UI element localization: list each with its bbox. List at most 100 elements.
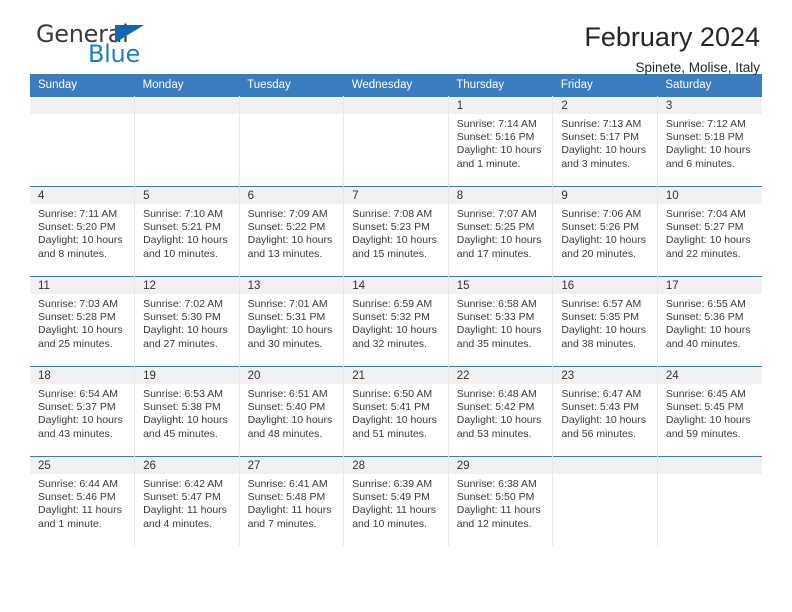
calendar-day-cell[interactable]: 12 Sunrise: 7:02 AM Sunset: 5:30 PM Dayligh… [134,276,240,367]
sunset-text: Sunset: 5:31 PM [247,311,326,324]
day-cell-inner: 14 Sunrise: 6:59 AM Sunset: 5:32 PM Dayligh… [344,277,448,366]
day-details: Sunrise: 6:51 AM Sunset: 5:40 PM Daylight:… [240,384,344,441]
day-cell-inner: 25 Sunrise: 6:44 AM Sunset: 5:46 PM Dayligh… [30,457,135,546]
calendar-day-cell[interactable]: 17 Sunrise: 6:55 AM Sunset: 5:36 PM Dayligh… [657,276,762,367]
day-number [344,97,448,114]
day-number: 7 [344,187,448,204]
sunrise-text: Sunrise: 6:38 AM [456,478,537,490]
day-details: Sunrise: 6:41 AM Sunset: 5:48 PM Daylight:… [240,474,344,531]
brand-logo[interactable]: General Blue [30,22,160,68]
sunset-text: Sunset: 5:16 PM [456,131,535,144]
calendar-day-cell[interactable]: 13 Sunrise: 7:01 AM Sunset: 5:31 PM Dayligh… [239,276,345,367]
calendar-day-cell[interactable]: 22 Sunrise: 6:48 AM Sunset: 5:42 PM Dayligh… [448,366,554,457]
sunrise-text: Sunrise: 6:54 AM [38,388,118,400]
daylight-text-line1: Daylight: 10 hours [247,414,333,427]
daylight-text-line1: Daylight: 10 hours [143,324,228,337]
calendar-day-cell[interactable]: 14 Sunrise: 6:59 AM Sunset: 5:32 PM Dayligh… [343,276,449,367]
daylight-text-line1: Daylight: 11 hours [352,504,437,517]
calendar-day-cell[interactable]: 5 Sunrise: 7:10 AM Sunset: 5:21 PM Daylight… [134,186,240,277]
sunrise-text: Sunrise: 6:53 AM [143,388,224,400]
calendar-day-cell[interactable]: 20 Sunrise: 6:51 AM Sunset: 5:40 PM Dayligh… [239,366,345,457]
day-cell-inner: 1 Sunrise: 7:14 AM Sunset: 5:16 PM Daylight… [448,97,553,186]
daylight-text-line1: Daylight: 10 hours [561,324,646,337]
calendar-day-cell[interactable]: 24 Sunrise: 6:45 AM Sunset: 5:45 PM Dayligh… [657,366,762,457]
sunrise-text: Sunrise: 6:39 AM [352,478,433,490]
day-number: 2 [553,97,657,114]
daylight-text-line2: and 32 minutes. [352,337,427,350]
day-cell-inner: 28 Sunrise: 6:39 AM Sunset: 5:49 PM Dayligh… [344,457,448,546]
day-number: 12 [135,277,239,294]
sunset-text: Sunset: 5:30 PM [143,311,221,324]
day-number: 26 [135,457,239,474]
day-details: Sunrise: 6:45 AM Sunset: 5:45 PM Daylight:… [658,384,762,441]
daylight-text-line2: and 6 minutes. [665,157,735,170]
calendar-day-cell-empty [343,96,449,187]
day-cell-inner: 17 Sunrise: 6:55 AM Sunset: 5:36 PM Dayligh… [657,277,762,366]
calendar-day-cell-empty [30,96,136,187]
calendar-day-cell-empty [239,96,345,187]
calendar-page: General Blue February 2024 Spinete, Moli… [0,0,792,612]
calendar-day-cell[interactable]: 27 Sunrise: 6:41 AM Sunset: 5:48 PM Dayligh… [239,456,345,546]
day-cell-inner: 26 Sunrise: 6:42 AM Sunset: 5:47 PM Dayligh… [135,457,239,546]
daylight-text-line1: Daylight: 10 hours [561,144,646,157]
day-details: Sunrise: 7:10 AM Sunset: 5:21 PM Daylight:… [135,204,239,261]
day-number: 28 [344,457,448,474]
sunset-text: Sunset: 5:50 PM [456,491,535,504]
day-number: 19 [135,367,239,384]
calendar-day-cell[interactable]: 6 Sunrise: 7:09 AM Sunset: 5:22 PM Daylight… [239,186,345,277]
daylight-text-line1: Daylight: 10 hours [352,234,437,247]
calendar-day-cell[interactable]: 28 Sunrise: 6:39 AM Sunset: 5:49 PM Dayligh… [343,456,449,546]
sunset-text: Sunset: 5:25 PM [456,221,535,234]
daylight-text-line1: Daylight: 10 hours [456,324,542,337]
calendar-day-cell[interactable]: 21 Sunrise: 6:50 AM Sunset: 5:41 PM Dayligh… [343,366,449,457]
day-number: 25 [30,457,135,474]
calendar-day-cell[interactable]: 4 Sunrise: 7:11 AM Sunset: 5:20 PM Daylight… [30,186,136,277]
calendar-day-cell[interactable]: 3 Sunrise: 7:12 AM Sunset: 5:18 PM Daylight… [657,96,762,187]
calendar-day-cell[interactable]: 8 Sunrise: 7:07 AM Sunset: 5:25 PM Daylight… [448,186,554,277]
day-number [239,97,344,114]
calendar-day-cell[interactable]: 19 Sunrise: 6:53 AM Sunset: 5:38 PM Dayligh… [134,366,240,457]
calendar-day-cell[interactable]: 2 Sunrise: 7:13 AM Sunset: 5:17 PM Daylight… [552,96,658,187]
day-cell-inner: 12 Sunrise: 7:02 AM Sunset: 5:30 PM Dayligh… [135,277,239,366]
sunset-text: Sunset: 5:36 PM [665,311,744,324]
daylight-text-line2: and 13 minutes. [247,247,323,260]
calendar-day-cell[interactable]: 15 Sunrise: 6:58 AM Sunset: 5:33 PM Dayligh… [448,276,554,367]
day-details: Sunrise: 7:01 AM Sunset: 5:31 PM Daylight:… [240,294,344,351]
daylight-text-line2: and 48 minutes. [247,427,323,440]
sunset-text: Sunset: 5:35 PM [561,311,639,324]
daylight-text-line2: and 25 minutes. [38,337,113,350]
calendar-day-cell[interactable]: 9 Sunrise: 7:06 AM Sunset: 5:26 PM Daylight… [552,186,658,277]
brand-name-blue: Blue [88,40,140,68]
calendar-body: 1 Sunrise: 7:14 AM Sunset: 5:16 PM Daylight… [30,96,762,546]
day-number: 22 [448,367,553,384]
daylight-text-line1: Daylight: 10 hours [143,234,228,247]
daylight-text-line2: and 38 minutes. [561,337,637,350]
day-details: Sunrise: 6:57 AM Sunset: 5:35 PM Daylight:… [553,294,657,351]
weekday-header-sunday: Sunday [30,74,135,97]
calendar-day-cell[interactable]: 25 Sunrise: 6:44 AM Sunset: 5:46 PM Dayligh… [30,456,136,546]
calendar-day-cell[interactable]: 11 Sunrise: 7:03 AM Sunset: 5:28 PM Dayligh… [30,276,136,367]
sunrise-text: Sunrise: 6:47 AM [561,388,642,400]
day-number: 20 [239,367,344,384]
calendar-day-cell[interactable]: 26 Sunrise: 6:42 AM Sunset: 5:47 PM Dayligh… [134,456,240,546]
calendar-day-cell[interactable]: 29 Sunrise: 6:38 AM Sunset: 5:50 PM Dayligh… [448,456,554,546]
daylight-text-line2: and 12 minutes. [456,517,532,530]
calendar-day-cell[interactable]: 16 Sunrise: 6:57 AM Sunset: 5:35 PM Dayligh… [552,276,658,367]
day-number: 6 [239,187,344,204]
calendar-day-cell[interactable]: 18 Sunrise: 6:54 AM Sunset: 5:37 PM Dayligh… [30,366,136,457]
day-details: Sunrise: 7:06 AM Sunset: 5:26 PM Daylight:… [553,204,657,261]
day-cell-inner: 24 Sunrise: 6:45 AM Sunset: 5:45 PM Dayligh… [657,367,762,456]
calendar-week-row: 4 Sunrise: 7:11 AM Sunset: 5:20 PM Daylight… [30,186,762,277]
calendar-day-cell[interactable]: 7 Sunrise: 7:08 AM Sunset: 5:23 PM Daylight… [343,186,449,277]
day-cell-inner [135,97,239,186]
calendar-day-cell[interactable]: 1 Sunrise: 7:14 AM Sunset: 5:16 PM Daylight… [448,96,554,187]
calendar-day-cell[interactable]: 10 Sunrise: 7:04 AM Sunset: 5:27 PM Dayligh… [657,186,762,277]
daylight-text-line1: Daylight: 11 hours [456,504,541,517]
calendar-week-row: 25 Sunrise: 6:44 AM Sunset: 5:46 PM Dayligh… [30,456,762,546]
day-number [553,457,657,474]
day-number: 13 [239,277,344,294]
day-details: Sunrise: 7:13 AM Sunset: 5:17 PM Daylight:… [553,114,657,171]
day-details: Sunrise: 7:08 AM Sunset: 5:23 PM Daylight:… [344,204,448,261]
daylight-text-line2: and 7 minutes. [247,517,317,530]
calendar-day-cell[interactable]: 23 Sunrise: 6:47 AM Sunset: 5:43 PM Dayligh… [552,366,658,457]
